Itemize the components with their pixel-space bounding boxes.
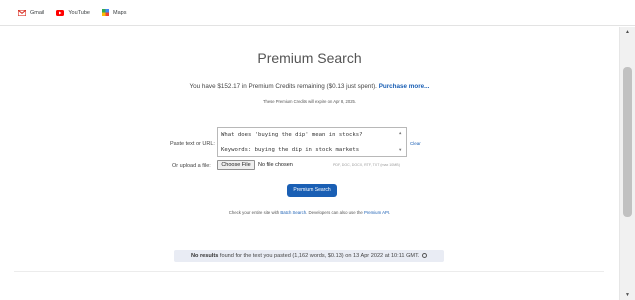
- bookmark-gmail[interactable]: Gmail: [18, 9, 45, 16]
- purchase-more-link[interactable]: Purchase more...: [379, 83, 430, 90]
- paste-label: Paste text or URL:: [170, 141, 215, 147]
- premium-api-link[interactable]: Premium API: [364, 210, 389, 215]
- note-middle: . Developers can also use the: [306, 210, 363, 215]
- triangle-up-icon[interactable]: ▲: [399, 129, 401, 138]
- no-file-text: No file chosen: [258, 162, 293, 168]
- scrollbar-thumb[interactable]: [623, 67, 632, 217]
- page-title: Premium Search: [257, 50, 362, 66]
- youtube-icon: [56, 9, 65, 16]
- bookmarks-bar: Gmail YouTube Maps: [0, 0, 635, 26]
- expire-notice: These Premium Credits will expire on Apr…: [262, 99, 357, 104]
- bookmark-maps[interactable]: Maps: [102, 9, 126, 16]
- page-scrollbar[interactable]: ▲ ▼: [619, 27, 635, 300]
- paste-text-input[interactable]: What does 'buying the dip' mean in stock…: [217, 127, 407, 157]
- bookmark-label: Maps: [113, 9, 127, 16]
- file-types-hint: PDF, DOC, DOCX, RTF, TXT (max 10MB): [333, 163, 400, 167]
- batch-search-link[interactable]: Batch Search: [280, 210, 306, 215]
- upload-label: Or upload a file:: [172, 163, 211, 169]
- bookmark-label: YouTube: [68, 9, 90, 16]
- scroll-up-icon[interactable]: ▲: [620, 27, 635, 37]
- page-content: Premium Search You have $152.17 in Premi…: [0, 27, 619, 300]
- credits-text: You have $152.17 in Premium Credits rema…: [189, 83, 377, 90]
- gmail-icon: [18, 9, 26, 16]
- scroll-down-icon[interactable]: ▼: [620, 290, 635, 300]
- note-suffix: .: [389, 210, 391, 215]
- textarea-line-2: Keywords: buying the dip in stock market…: [221, 146, 360, 153]
- results-bar: No results found for the text you pasted…: [174, 250, 444, 262]
- triangle-down-icon[interactable]: ▼: [399, 146, 401, 155]
- bookmark-youtube[interactable]: YouTube: [56, 9, 90, 16]
- note-prefix: Check your entire site with: [228, 210, 280, 215]
- maps-icon: [102, 9, 109, 16]
- clear-link[interactable]: Clear: [410, 141, 421, 146]
- bookmark-label: Gmail: [30, 9, 45, 16]
- batch-note: Check your entire site with Batch Search…: [0, 210, 619, 215]
- results-text: found for the text you pasted (1,162 wor…: [219, 253, 420, 259]
- textarea-line-1: What does 'buying the dip' mean in stock…: [221, 132, 363, 138]
- credits-info: You have $152.17 in Premium Credits rema…: [0, 83, 619, 90]
- premium-search-button[interactable]: Premium Search: [287, 184, 337, 197]
- divider: [14, 271, 604, 272]
- choose-file-button[interactable]: Choose File: [217, 160, 255, 170]
- no-results-bold: No results: [190, 253, 219, 259]
- textarea-scrollbar[interactable]: ▲ ▼: [398, 129, 405, 156]
- clock-icon: [422, 252, 428, 258]
